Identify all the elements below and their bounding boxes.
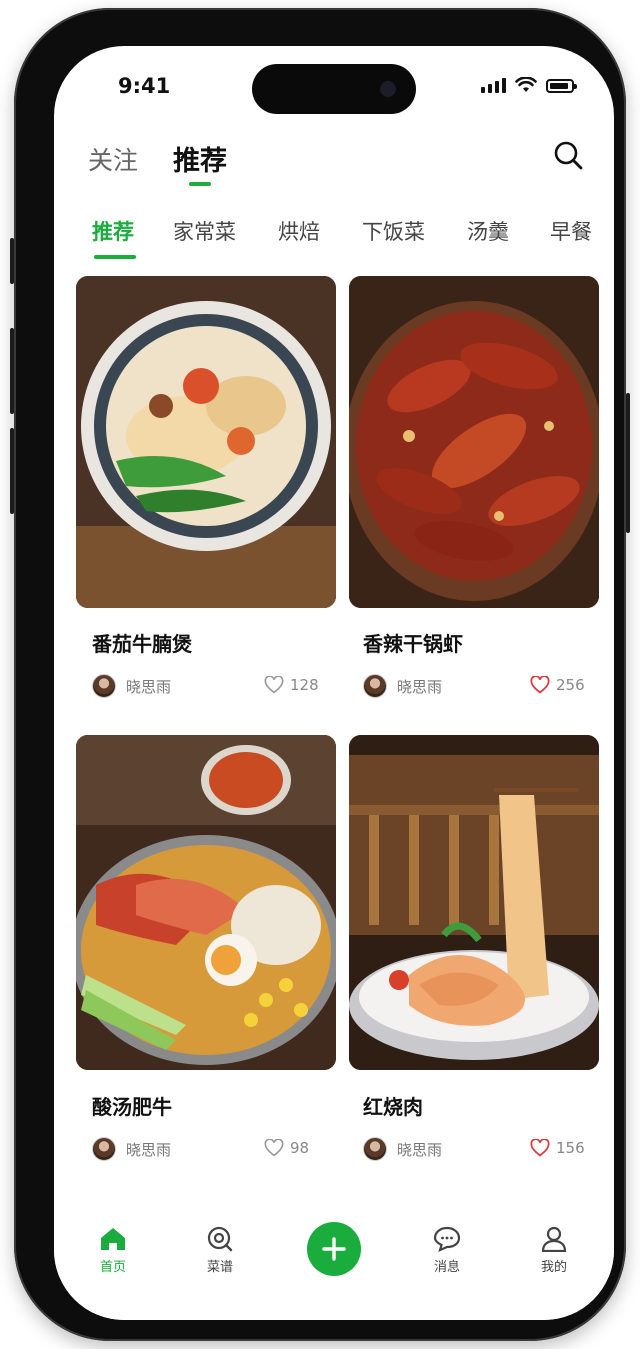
recipe-author[interactable]: 晓思雨 xyxy=(363,1137,442,1161)
search-icon[interactable] xyxy=(551,138,585,172)
avatar xyxy=(92,1137,116,1161)
tab-profile[interactable]: 我的 xyxy=(524,1226,584,1275)
category-soups[interactable]: 汤羹 xyxy=(467,216,509,246)
category-breakfast[interactable]: 早餐 xyxy=(550,216,592,246)
recipe-photo-spicy-shrimp xyxy=(349,276,599,608)
tab-following[interactable]: 关注 xyxy=(88,141,138,177)
category-home-cooking[interactable]: 家常菜 xyxy=(173,216,236,246)
recipe-title[interactable]: 番茄牛腩煲 xyxy=(92,628,192,657)
like-count-value: 98 xyxy=(290,1139,310,1157)
home-icon xyxy=(101,1228,125,1250)
recipe-photo-braised-pork xyxy=(349,735,599,1070)
user-icon xyxy=(541,1226,567,1252)
tab-recommended[interactable]: 推荐 xyxy=(173,139,227,178)
recipe-author[interactable]: 晓思雨 xyxy=(92,1137,171,1161)
wifi-icon xyxy=(515,77,537,92)
recipe-title[interactable]: 红烧肉 xyxy=(363,1091,423,1120)
tab-label: 首页 xyxy=(99,1260,126,1275)
heart-outline-icon[interactable] xyxy=(264,1139,284,1157)
active-tab-indicator xyxy=(189,182,211,186)
avatar xyxy=(363,674,387,698)
category-indicator xyxy=(94,255,136,259)
recipe-title[interactable]: 香辣干锅虾 xyxy=(363,628,463,657)
author-name: 晓思雨 xyxy=(126,1140,172,1159)
recipe-card[interactable] xyxy=(76,276,336,608)
add-recipe-button[interactable] xyxy=(307,1222,361,1276)
tab-label: 我的 xyxy=(540,1260,567,1275)
status-time: 9:41 xyxy=(118,74,171,98)
like-count-value: 256 xyxy=(556,676,585,694)
author-name: 晓思雨 xyxy=(397,1140,443,1159)
tab-messages[interactable]: 消息 xyxy=(417,1226,477,1275)
avatar xyxy=(363,1137,387,1161)
volume-down-button xyxy=(10,428,14,514)
bottom-tab-bar: 首页 菜谱 消息 我的 xyxy=(54,1204,614,1320)
cellular-signal-icon xyxy=(481,78,506,93)
status-icons xyxy=(481,77,577,93)
recipe-photo-beef-stew xyxy=(76,276,336,608)
heart-outline-icon[interactable] xyxy=(530,1139,550,1157)
avatar xyxy=(92,674,116,698)
mute-switch xyxy=(10,238,14,284)
dynamic-island xyxy=(252,64,416,114)
heart-outline-icon[interactable] xyxy=(530,676,550,694)
recipe-card[interactable] xyxy=(349,276,599,608)
like-count[interactable]: 98 xyxy=(264,1139,309,1157)
like-count-value: 128 xyxy=(290,676,319,694)
tab-label: 菜谱 xyxy=(206,1260,233,1275)
tab-label: 消息 xyxy=(433,1260,460,1275)
power-button xyxy=(626,393,630,533)
like-count[interactable]: 156 xyxy=(530,1139,585,1157)
tab-home[interactable]: 首页 xyxy=(83,1226,143,1275)
recipe-search-icon xyxy=(207,1226,233,1252)
plus-icon xyxy=(322,1237,346,1261)
tab-recipes[interactable]: 菜谱 xyxy=(190,1226,250,1275)
recipe-author[interactable]: 晓思雨 xyxy=(363,674,442,698)
chat-bubble-icon xyxy=(433,1226,461,1252)
recipe-card[interactable] xyxy=(76,735,336,1070)
camera-icon xyxy=(380,81,396,97)
like-count[interactable]: 256 xyxy=(530,676,585,694)
battery-icon xyxy=(546,79,577,93)
category-recommended[interactable]: 推荐 xyxy=(92,216,134,246)
like-count-value: 156 xyxy=(556,1139,585,1157)
recipe-card[interactable] xyxy=(349,735,599,1070)
author-name: 晓思雨 xyxy=(397,677,443,696)
recipe-photo-sour-soup-beef xyxy=(76,735,336,1070)
phone-frame: 9:41 关注 推荐 推荐 家常菜 烘焙 下饭菜 汤羹 早餐 番茄牛腩煲 晓思雨… xyxy=(10,8,630,1341)
like-count[interactable]: 128 xyxy=(264,676,319,694)
category-rice-dishes[interactable]: 下饭菜 xyxy=(362,216,425,246)
volume-up-button xyxy=(10,328,14,414)
author-name: 晓思雨 xyxy=(126,677,172,696)
heart-outline-icon[interactable] xyxy=(264,676,284,694)
screen: 9:41 关注 推荐 推荐 家常菜 烘焙 下饭菜 汤羹 早餐 番茄牛腩煲 晓思雨… xyxy=(54,46,614,1320)
recipe-author[interactable]: 晓思雨 xyxy=(92,674,171,698)
recipe-title[interactable]: 酸汤肥牛 xyxy=(92,1091,172,1120)
category-baking[interactable]: 烘焙 xyxy=(278,216,320,246)
